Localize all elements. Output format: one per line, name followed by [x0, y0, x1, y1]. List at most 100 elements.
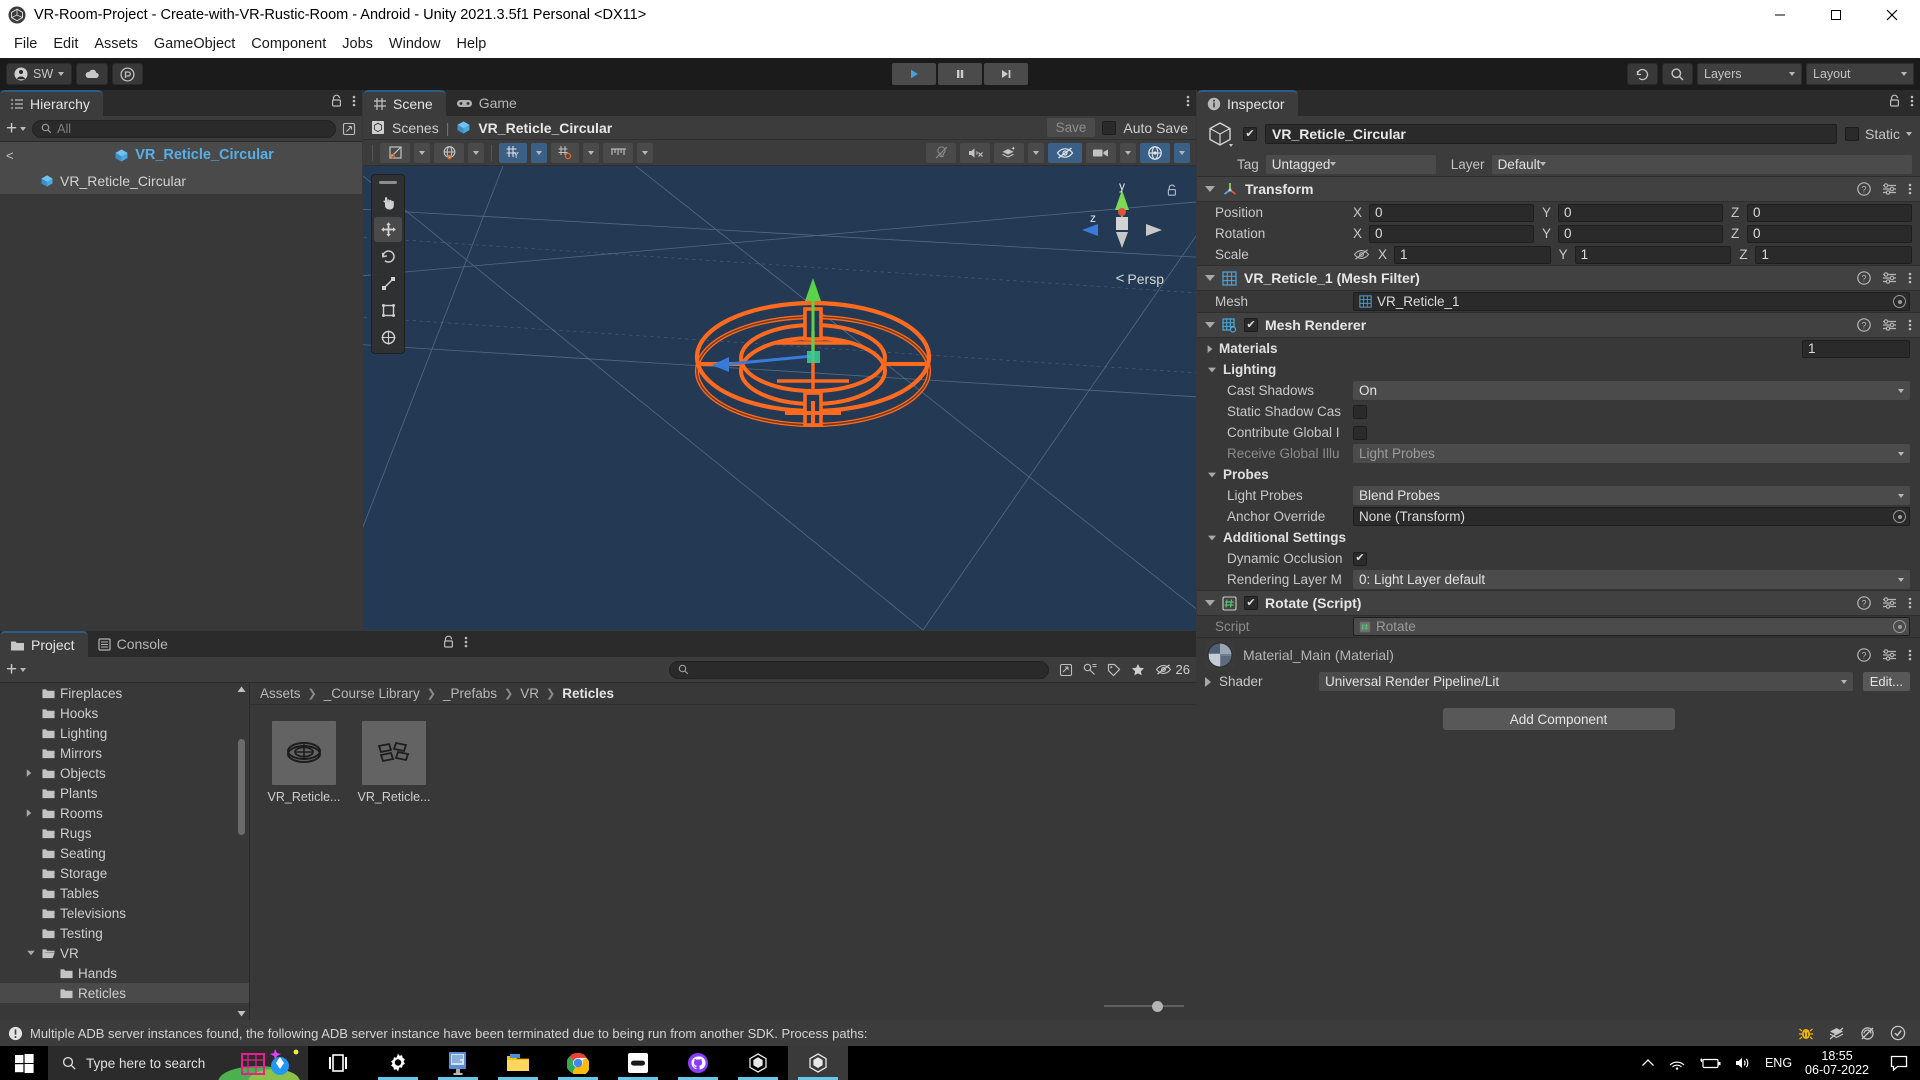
component-enabled-checkbox[interactable] — [1244, 318, 1258, 332]
menu-component[interactable]: Component — [243, 34, 334, 54]
notification-icon[interactable] — [1882, 1055, 1916, 1071]
number-input-z[interactable]: 1 — [1755, 245, 1913, 264]
folder-item[interactable]: Lighting — [0, 723, 249, 743]
grid-snap-button[interactable]: Y — [499, 142, 527, 163]
hidden-assets-counter[interactable]: 26 — [1155, 662, 1190, 677]
status-bar[interactable]: Multiple ADB server instances found, the… — [0, 1020, 1920, 1046]
number-input-x[interactable]: 0 — [1369, 224, 1534, 243]
number-input-z[interactable]: 0 — [1747, 224, 1912, 243]
component-expand-arrow[interactable] — [1205, 186, 1215, 192]
object-field[interactable]: Rotate — [1353, 617, 1910, 636]
dropdown-field[interactable]: Light Probes — [1353, 444, 1910, 463]
object-picker-icon[interactable] — [1893, 295, 1906, 308]
layout-dropdown[interactable]: Layout — [1806, 63, 1914, 85]
auto-save-checkbox[interactable] — [1102, 120, 1117, 135]
layer-dropdown[interactable]: Default — [1491, 154, 1912, 174]
asset-item-reticle-circular[interactable]: VR_Reticle... — [268, 721, 340, 804]
folder-tree-scroll-thumb[interactable] — [238, 739, 245, 835]
folder-expand-arrow[interactable] — [26, 808, 37, 818]
preset-icon[interactable] — [1882, 318, 1897, 332]
hand-tool-button[interactable] — [374, 190, 402, 215]
coord-space-dropdown[interactable] — [468, 142, 484, 163]
grid-size-dropdown[interactable] — [637, 142, 653, 163]
preset-icon[interactable] — [1882, 596, 1897, 610]
scene-lighting-button[interactable] — [926, 142, 956, 163]
search-filter-icon[interactable] — [1083, 663, 1097, 677]
close-button[interactable] — [1864, 0, 1920, 30]
object-picker-icon[interactable] — [1893, 620, 1906, 633]
property-checkbox[interactable] — [1353, 425, 1367, 440]
favorite-star-icon[interactable] — [1131, 663, 1145, 677]
lock-icon[interactable] — [1888, 94, 1901, 108]
save-search-icon[interactable] — [1059, 663, 1073, 677]
dropdown-field[interactable]: Blend Probes — [1353, 486, 1910, 505]
number-input-z[interactable]: 0 — [1747, 203, 1912, 222]
gizmos-button[interactable] — [1140, 142, 1170, 163]
component-expand-arrow[interactable] — [1205, 600, 1215, 606]
github-desktop-button[interactable] — [668, 1046, 728, 1080]
collab-button[interactable] — [112, 63, 144, 85]
check-circle-icon[interactable] — [1890, 1025, 1906, 1041]
step-button[interactable] — [984, 63, 1028, 85]
transform-tool-button[interactable] — [374, 325, 402, 350]
folder-collapse-arrow[interactable] — [26, 950, 37, 956]
wifi-icon[interactable] — [1668, 1056, 1686, 1070]
number-input-y[interactable]: 0 — [1558, 224, 1723, 243]
menu-jobs[interactable]: Jobs — [334, 34, 381, 54]
pause-button[interactable] — [938, 63, 982, 85]
component-enabled-checkbox[interactable] — [1244, 596, 1258, 610]
eye-off-icon[interactable] — [1859, 1026, 1876, 1041]
folder-item[interactable]: Testing — [0, 923, 249, 943]
save-button[interactable]: Save — [1046, 118, 1096, 137]
bug-icon[interactable] — [1798, 1025, 1814, 1041]
breadcrumb-item[interactable]: VR — [520, 686, 539, 701]
kebab-menu-icon[interactable] — [1908, 596, 1912, 610]
windows-start-button[interactable] — [0, 1046, 48, 1080]
scene-breadcrumb-scenes[interactable]: Scenes — [392, 120, 439, 136]
rect-tool-button[interactable] — [374, 298, 402, 323]
scene-orientation-gizmo[interactable]: z y — [1074, 174, 1170, 270]
shader-expand-arrow[interactable] — [1205, 676, 1211, 687]
folder-item[interactable]: Hands — [0, 963, 249, 983]
audio-mute-button[interactable] — [960, 142, 990, 163]
play-button[interactable] — [892, 63, 936, 85]
move-tool-button[interactable] — [374, 217, 402, 242]
tab-inspector[interactable]: Inspector — [1197, 90, 1298, 116]
tag-dropdown[interactable]: Untagged — [1265, 154, 1436, 174]
dropdown-field[interactable]: 0: Light Layer default — [1353, 570, 1910, 589]
hierarchy-search-input[interactable]: All — [32, 119, 336, 138]
constrain-off-icon[interactable] — [1353, 248, 1370, 261]
language-indicator[interactable]: ENG — [1765, 1056, 1792, 1070]
group-expand-arrow[interactable] — [1208, 472, 1216, 477]
number-input-x[interactable]: 0 — [1369, 203, 1534, 222]
help-icon[interactable]: ? — [1857, 647, 1871, 662]
breadcrumb-item[interactable]: _Prefabs — [443, 686, 497, 701]
layers-stack-icon[interactable] — [1828, 1026, 1845, 1041]
layers-dropdown[interactable]: Layers — [1697, 63, 1802, 85]
number-input-y[interactable]: 0 — [1558, 203, 1723, 222]
scene-visibility-button[interactable] — [1048, 142, 1082, 163]
chevron-up-icon[interactable] — [1641, 1058, 1655, 1068]
camera-settings-button[interactable] — [1086, 142, 1116, 163]
hierarchy-add-button[interactable]: + — [6, 119, 27, 138]
add-component-button[interactable]: Add Component — [1442, 708, 1675, 730]
battery-charging-icon[interactable] — [1699, 1057, 1721, 1070]
unity-editor-button[interactable] — [788, 1046, 848, 1080]
rotate-tool-button[interactable] — [374, 244, 402, 269]
folder-item[interactable]: Televisions — [0, 903, 249, 923]
group-expand-arrow[interactable] — [1208, 367, 1216, 372]
toolbar-search-button[interactable] — [1662, 63, 1693, 85]
taskbar-search-input[interactable]: Type here to search — [48, 1046, 308, 1080]
fx-button[interactable] — [994, 142, 1024, 163]
file-explorer-button[interactable] — [488, 1046, 548, 1080]
kebab-menu-icon[interactable] — [1908, 318, 1912, 332]
tab-hierarchy[interactable]: Hierarchy — [0, 90, 103, 116]
account-button[interactable]: SW — [6, 63, 73, 85]
maximize-button[interactable] — [1808, 0, 1864, 30]
dropdown-field[interactable]: On — [1353, 381, 1910, 400]
volume-icon[interactable] — [1734, 1056, 1752, 1070]
folder-item[interactable]: Objects — [0, 763, 249, 783]
menu-help[interactable]: Help — [448, 34, 494, 54]
folder-tree-scrollbar[interactable] — [236, 683, 247, 1020]
scene-projection-label[interactable]: < Persp — [1116, 270, 1164, 287]
